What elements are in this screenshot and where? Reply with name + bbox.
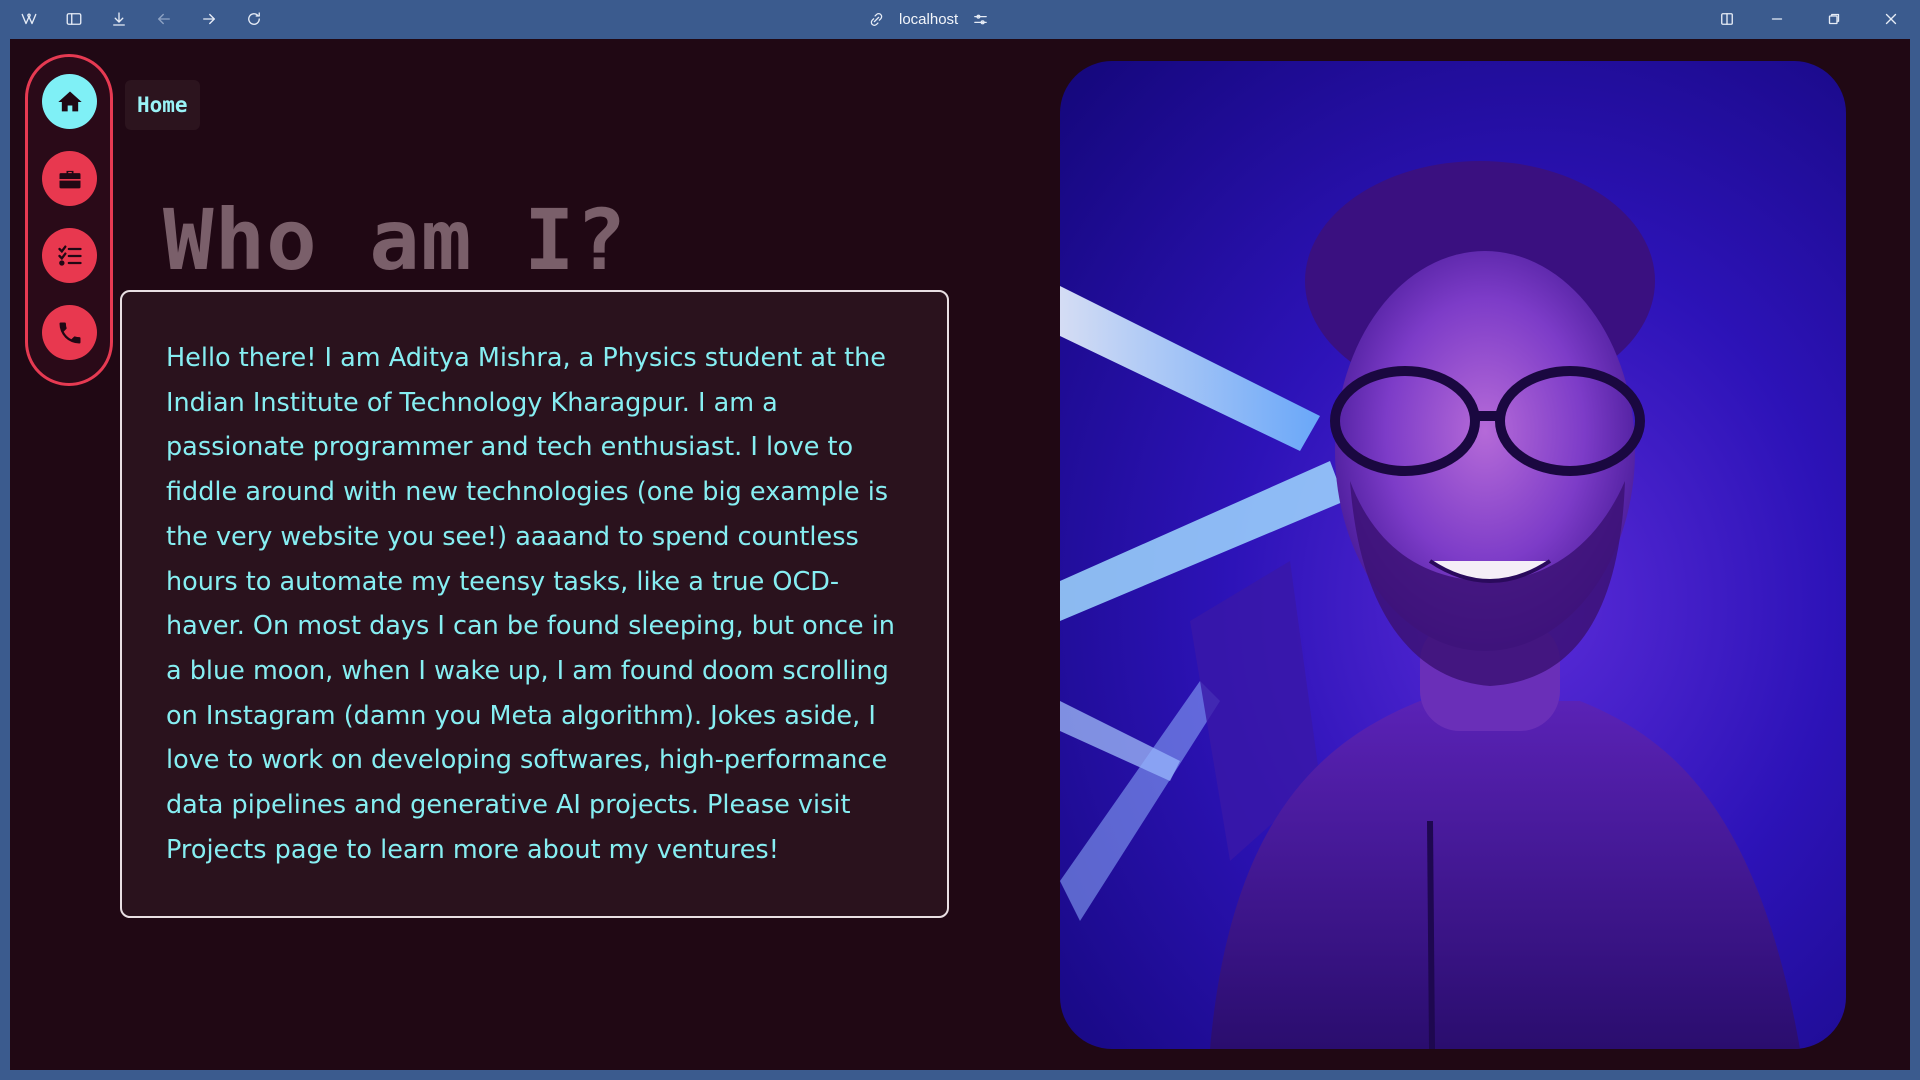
- minimize-icon[interactable]: [1765, 7, 1789, 31]
- address-text[interactable]: localhost: [899, 11, 958, 28]
- link-icon: [870, 12, 883, 26]
- close-icon[interactable]: [1879, 7, 1903, 31]
- workspaces-icon[interactable]: [17, 7, 41, 31]
- browser-titlebar: localhost: [0, 0, 1920, 38]
- site-settings-icon[interactable]: [972, 11, 989, 28]
- nav-home-button[interactable]: [42, 74, 97, 129]
- about-text: Hello there! I am Aditya Mishra, a Physi…: [166, 343, 895, 865]
- nav-contact-button[interactable]: [42, 305, 97, 360]
- restore-icon[interactable]: [1822, 7, 1846, 31]
- current-page-label: Home: [125, 80, 200, 130]
- page-viewport: Home Who am I? Hello there! I am Aditya …: [10, 39, 1910, 1070]
- sidebar-toggle-icon[interactable]: [62, 7, 86, 31]
- about-card: Hello there! I am Aditya Mishra, a Physi…: [120, 290, 949, 918]
- nav-list-button[interactable]: [42, 228, 97, 283]
- checklist-icon: [57, 245, 82, 266]
- back-icon[interactable]: [152, 7, 176, 31]
- address-bar[interactable]: localhost: [868, 7, 989, 31]
- briefcase-icon: [59, 170, 80, 188]
- home-icon: [57, 91, 82, 111]
- download-icon[interactable]: [107, 7, 131, 31]
- reload-icon[interactable]: [242, 7, 266, 31]
- sidebar-nav: [25, 54, 113, 386]
- page-title: Who am I?: [163, 191, 628, 289]
- forward-icon[interactable]: [197, 7, 221, 31]
- profile-photo: [1060, 61, 1846, 1049]
- split-view-icon[interactable]: [1715, 7, 1739, 31]
- nav-work-button[interactable]: [42, 151, 97, 206]
- phone-icon: [59, 322, 80, 343]
